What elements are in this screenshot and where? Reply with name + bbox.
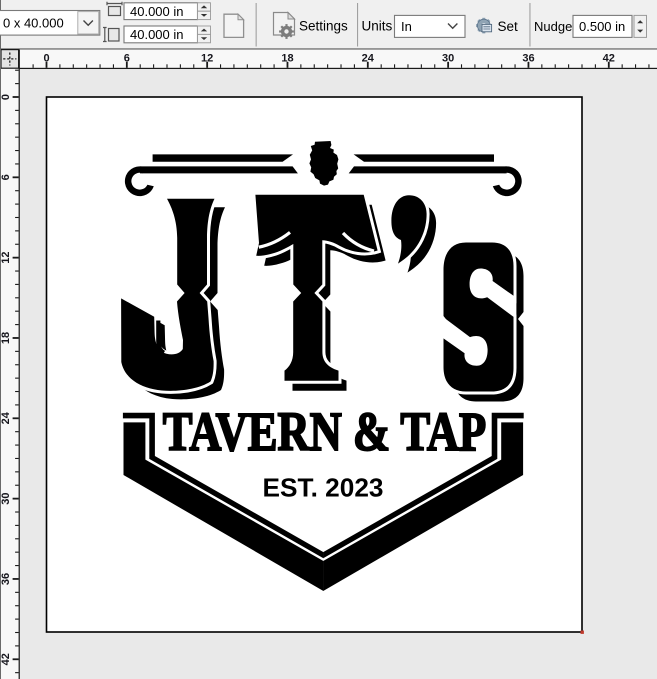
svg-text:Units: Units xyxy=(362,19,393,34)
svg-text:Settings: Settings xyxy=(299,19,348,34)
svg-text:TAVERN & TAP: TAVERN & TAP xyxy=(163,401,486,462)
svg-text:24: 24 xyxy=(362,52,375,64)
svg-text:6: 6 xyxy=(0,174,12,180)
svg-text:40.000 in: 40.000 in xyxy=(130,4,184,19)
svg-text:EST. 2023: EST. 2023 xyxy=(263,473,384,503)
svg-text:36: 36 xyxy=(0,573,12,585)
svg-text:40.000 in: 40.000 in xyxy=(130,27,184,42)
svg-text:30: 30 xyxy=(0,492,12,504)
svg-text:18: 18 xyxy=(0,332,12,344)
svg-text:36: 36 xyxy=(522,52,534,64)
svg-text:18: 18 xyxy=(281,52,293,64)
svg-text:0 x 40.000: 0 x 40.000 xyxy=(3,15,64,30)
svg-text:30: 30 xyxy=(442,52,454,64)
svg-text:42: 42 xyxy=(0,653,12,665)
svg-text:0: 0 xyxy=(0,94,12,100)
svg-text:24: 24 xyxy=(0,411,12,424)
svg-text:0.500 in: 0.500 in xyxy=(579,19,625,34)
svg-text:6: 6 xyxy=(124,52,130,64)
svg-text:0: 0 xyxy=(43,52,49,64)
svg-text:12: 12 xyxy=(0,251,12,263)
svg-text:Set: Set xyxy=(498,19,519,34)
svg-text:Nudge: Nudge xyxy=(534,19,572,34)
svg-text:In: In xyxy=(401,19,412,34)
svg-text:42: 42 xyxy=(603,52,615,64)
svg-text:12: 12 xyxy=(201,52,213,64)
